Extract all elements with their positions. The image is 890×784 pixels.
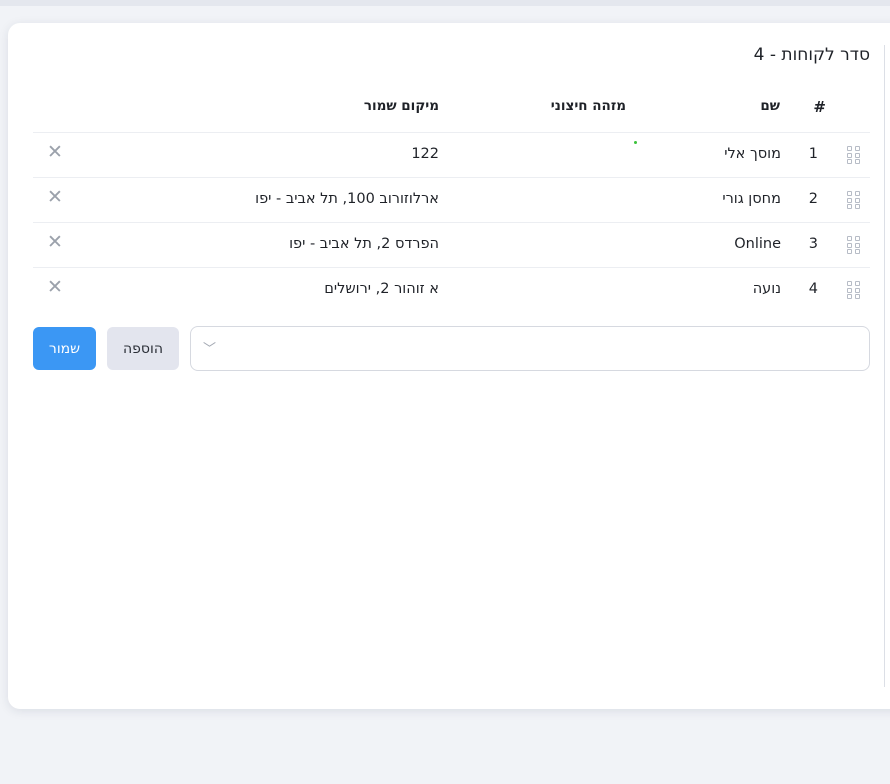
card-inner-divider	[884, 45, 885, 687]
column-header-index: #	[813, 98, 826, 116]
table-row[interactable]: 3 Online הפרדס 2, תל אביב - יפו ✕	[33, 223, 870, 268]
close-icon[interactable]: ✕	[46, 188, 64, 207]
table-row[interactable]: 2 מחסן גורי ארלוזורוב 100, תל אביב - יפו…	[33, 178, 870, 223]
row-name: מחסן גורי	[722, 191, 781, 207]
row-saved-location: א זוהור 2, ירושלים	[324, 281, 439, 297]
customer-select[interactable]: ﹀	[190, 326, 870, 371]
row-name: Online	[734, 236, 781, 252]
close-icon[interactable]: ✕	[46, 233, 64, 252]
row-name: נועה	[752, 281, 781, 297]
drag-handle-icon[interactable]	[847, 146, 860, 164]
status-dot	[634, 141, 637, 144]
save-button[interactable]: שמור	[33, 327, 96, 370]
row-saved-location: 122	[411, 146, 439, 162]
add-button[interactable]: הוספה	[107, 327, 179, 370]
row-index: 1	[808, 146, 818, 162]
row-name: מוסך אלי	[724, 146, 781, 162]
row-saved-location: הפרדס 2, תל אביב - יפו	[289, 236, 439, 252]
table-row[interactable]: 1 מוסך אלי 122 ✕	[33, 133, 870, 178]
drag-handle-icon[interactable]	[847, 191, 860, 209]
column-header-external-id: מזהה חיצוני	[550, 98, 626, 114]
row-saved-location: ארלוזורוב 100, תל אביב - יפו	[255, 191, 439, 207]
close-icon[interactable]: ✕	[46, 278, 64, 297]
table-row[interactable]: 4 נועה א זוהור 2, ירושלים ✕	[33, 268, 870, 313]
row-index: 4	[808, 281, 818, 297]
column-header-saved-location: מיקום שמור	[363, 98, 439, 114]
page-title: סדר לקוחות - 4	[753, 45, 870, 65]
top-strip	[0, 0, 890, 6]
drag-handle-icon[interactable]	[847, 281, 860, 299]
close-icon[interactable]: ✕	[46, 143, 64, 162]
chevron-down-icon[interactable]: ﹀	[203, 338, 216, 357]
drag-handle-icon[interactable]	[847, 236, 860, 254]
row-index: 2	[808, 191, 818, 207]
row-index: 3	[808, 236, 818, 252]
column-header-name: שם	[760, 98, 780, 114]
